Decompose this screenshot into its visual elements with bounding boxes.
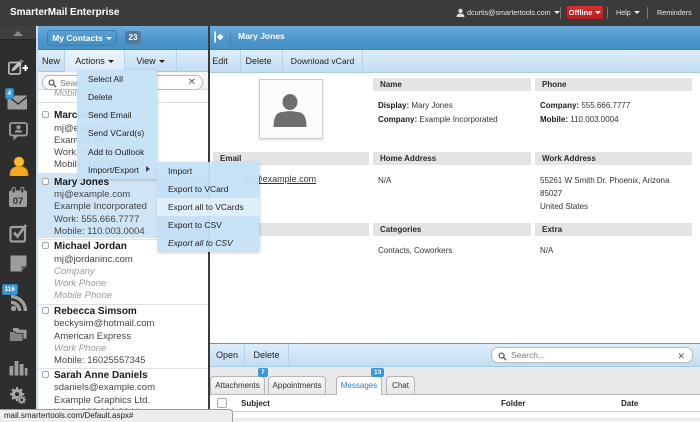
svg-text:07: 07 [13, 196, 24, 207]
